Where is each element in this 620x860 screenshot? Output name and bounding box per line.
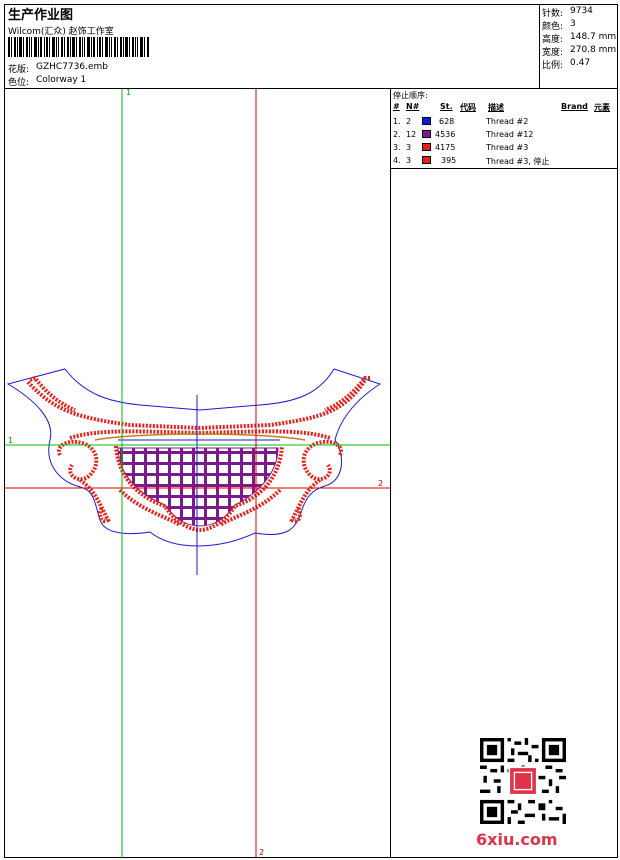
watermark: 6xiu.com — [476, 830, 558, 849]
qr-code-icon — [480, 738, 566, 824]
right-arm — [324, 376, 370, 412]
guide-v2-label: 2 — [259, 848, 265, 857]
grid-fill — [117, 447, 279, 527]
embroidery-canvas — [5, 89, 390, 858]
guide-h2-label: 2 — [378, 479, 384, 488]
guide-h1-label: 1 — [8, 436, 14, 445]
guide-v1-label: 1 — [126, 88, 132, 97]
